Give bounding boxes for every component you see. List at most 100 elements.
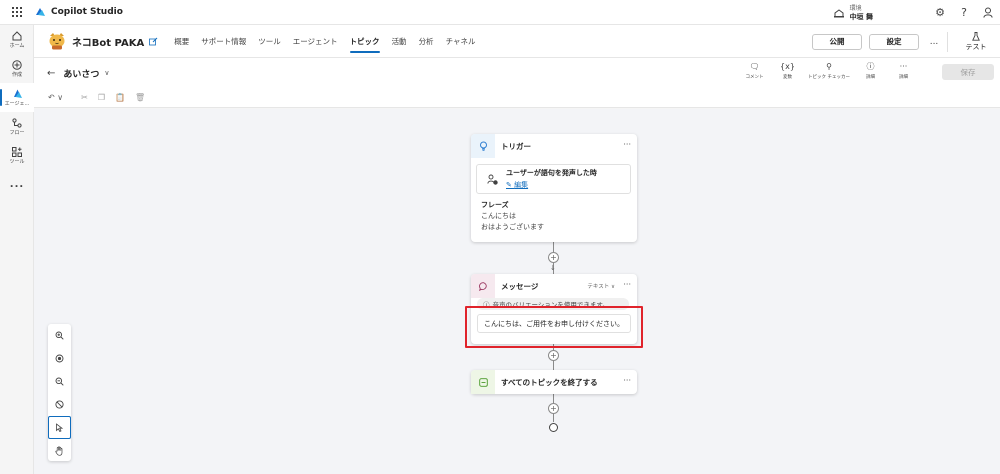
tool-label: 詳細 — [866, 75, 875, 80]
tab-tools[interactable]: ツール — [252, 25, 287, 58]
create-icon — [12, 59, 22, 70]
topic-checker-button[interactable]: ⚲ トピック チェッカー — [804, 62, 854, 80]
add-node-button[interactable]: + — [548, 403, 559, 414]
app-launcher-icon[interactable] — [0, 0, 34, 25]
tab-agents[interactable]: エージェント — [287, 25, 344, 58]
environment-icon — [833, 8, 844, 17]
trigger-condition-card[interactable]: ユーザーが語句を発声した時 ✎ 編集 — [476, 164, 631, 194]
details-button[interactable]: ⓘ 詳細 — [854, 62, 887, 80]
trigger-lightbulb-icon — [471, 134, 495, 158]
minimap-off-icon[interactable] — [48, 393, 71, 416]
end-topics-node[interactable]: すべてのトピックを終了する ··· — [471, 370, 637, 394]
cut-icon[interactable]: ✂ — [81, 93, 88, 102]
tab-analytics[interactable]: 分析 — [413, 25, 440, 58]
trigger-more-button[interactable]: ··· — [623, 140, 631, 149]
agent-name: ネコBot PAKA — [72, 37, 145, 49]
divider — [947, 31, 948, 52]
phrase-item: こんにちは — [481, 212, 516, 220]
user-speech-icon — [487, 174, 498, 185]
trigger-title: トリガー — [501, 141, 531, 151]
tab-overview[interactable]: 概要 — [168, 25, 195, 58]
account-icon[interactable] — [976, 0, 1000, 25]
copy-icon[interactable]: ❐ — [98, 93, 105, 102]
app-title: Copilot Studio — [51, 7, 123, 17]
end-topics-title: すべてのトピックを終了する — [501, 377, 598, 387]
topic-tools: 🗨 コメント {x} 変数 ⚲ トピック チェッカー ⓘ 詳細 ··· 詳細 — [738, 62, 920, 80]
end-topic-icon — [471, 370, 495, 394]
phrases-title: フレーズ — [481, 201, 509, 209]
help-icon[interactable]: ? — [952, 0, 976, 25]
agent-header: ネコBot PAKA 概要 サポート情報 ツール エージェント トピック 活動 … — [34, 25, 1000, 58]
back-arrow-icon[interactable]: ← — [47, 68, 55, 79]
add-node-button[interactable]: + — [548, 252, 559, 263]
left-rail: ホーム 作成 エージェ... フロー ツール ... — [0, 25, 34, 474]
environment-picker[interactable]: 環境 中垣 舞 — [833, 5, 873, 21]
message-title: メッセージ — [501, 281, 539, 291]
rail-item-flows[interactable]: フロー — [0, 112, 34, 141]
cat-avatar-icon — [49, 33, 65, 50]
end-node-circle — [549, 423, 558, 432]
agent-icon — [13, 89, 22, 98]
more-icon: ··· — [899, 62, 908, 71]
agent-edit-icon[interactable] — [149, 37, 158, 46]
rail-item-label: ツール — [9, 158, 25, 165]
tab-topics[interactable]: トピック — [344, 25, 386, 58]
message-type-label: テキスト — [587, 284, 610, 290]
trigger-node[interactable]: トリガー ··· ユーザーが語句を発声した時 ✎ 編集 フレーズ こんにちは お… — [471, 134, 637, 242]
rail-item-create[interactable]: 作成 — [0, 54, 34, 83]
message-text-box[interactable]: こんにちは、ご用件をお申し付けください。 — [477, 314, 631, 333]
add-node-button[interactable]: + — [548, 350, 559, 361]
save-button[interactable]: 保存 — [942, 64, 994, 80]
tab-activity[interactable]: 活動 — [386, 25, 413, 58]
home-icon — [12, 30, 22, 40]
edit-label: 編集 — [514, 181, 529, 189]
topic-name[interactable]: あいさつ — [63, 67, 99, 80]
tab-channels[interactable]: チャネル — [440, 25, 482, 58]
rail-item-tools[interactable]: ツール — [0, 141, 34, 170]
copilot-logo-icon — [36, 8, 45, 16]
publish-button[interactable]: 公開 — [812, 33, 862, 50]
center-icon[interactable] — [48, 347, 71, 370]
brand[interactable]: Copilot Studio — [34, 6, 123, 18]
undo-icon[interactable]: ↶ ∨ — [48, 93, 63, 102]
rail-item-agents[interactable]: エージェ... — [0, 83, 34, 112]
voice-variation-note[interactable]: ⓘ 音声のバリエーションを使用できます。 — [477, 298, 629, 310]
environment-label: 環境 — [849, 4, 862, 12]
rail-item-home[interactable]: ホーム — [0, 25, 34, 54]
flask-icon — [972, 31, 980, 41]
select-pointer-icon[interactable] — [48, 416, 71, 439]
zoom-controls — [48, 324, 71, 461]
tool-label: コメント — [745, 75, 764, 80]
comment-button[interactable]: 🗨 コメント — [738, 62, 771, 80]
rail-more-button[interactable]: ... — [0, 170, 34, 199]
tool-label: 詳細 — [899, 75, 908, 80]
test-button[interactable]: テスト — [956, 31, 996, 52]
chevron-down-icon[interactable]: ∨ — [104, 69, 109, 77]
agent-more-button[interactable]: ... — [927, 37, 941, 47]
variables-button[interactable]: {x} 変数 — [771, 62, 804, 80]
message-bubble-icon — [471, 274, 495, 298]
paste-icon[interactable]: 📋 — [115, 93, 125, 102]
tab-knowledge[interactable]: サポート情報 — [195, 25, 252, 58]
message-node[interactable]: メッセージ テキスト ∨ ··· ⓘ 音声のバリエーションを使用できます。 こん… — [471, 274, 637, 344]
delete-icon[interactable]: 🗑 — [135, 93, 145, 102]
comment-icon: 🗨 — [749, 62, 760, 71]
rail-item-label: エージェ... — [4, 101, 30, 107]
rail-item-label: 作成 — [11, 71, 22, 78]
variable-icon: {x} — [780, 62, 795, 71]
zoom-out-icon[interactable] — [48, 370, 71, 393]
agent-tabs: 概要 サポート情報 ツール エージェント トピック 活動 分析 チャネル — [168, 25, 481, 58]
settings-button[interactable]: 設定 — [869, 33, 919, 50]
zoom-in-icon[interactable] — [48, 324, 71, 347]
message-type-dropdown[interactable]: テキスト ∨ — [587, 282, 615, 290]
settings-gear-icon[interactable]: ⚙ — [928, 0, 952, 25]
phrase-item: おはようございます — [481, 223, 544, 231]
end-more-button[interactable]: ··· — [623, 376, 631, 385]
pan-hand-icon[interactable] — [48, 439, 71, 462]
edit-toolbar: ↶ ∨ ✂ ❐ 📋 🗑 — [34, 88, 1000, 108]
trigger-edit-link[interactable]: ✎ 編集 — [506, 180, 597, 190]
test-label: テスト — [965, 42, 987, 51]
more-details-button[interactable]: ··· 詳細 — [887, 62, 920, 80]
arrow-down-icon: ↓ — [550, 264, 556, 272]
message-more-button[interactable]: ··· — [623, 280, 631, 289]
